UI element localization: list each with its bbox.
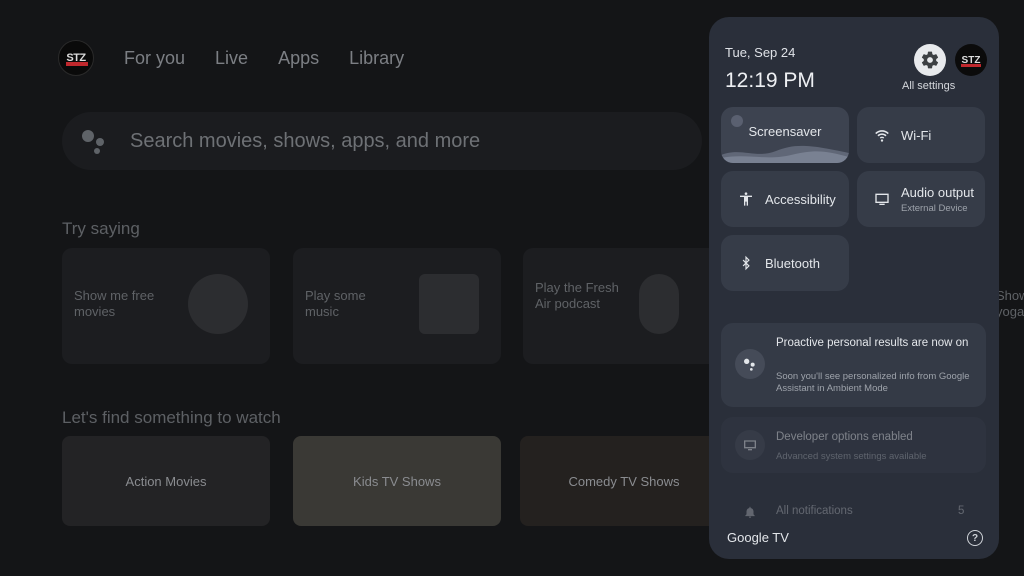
audio-output-sublabel: External Device: [901, 202, 968, 214]
wifi-label: Wi-Fi: [901, 127, 932, 143]
media-label: Action Movies: [125, 473, 207, 489]
screensaver-indicator: [731, 115, 743, 127]
watch-heading: Let's find something to watch: [62, 408, 281, 427]
suggestion-card-music[interactable]: Play some music: [293, 248, 501, 364]
all-notifications-label: All notifications: [776, 505, 853, 517]
audio-output-label: Audio output: [901, 184, 975, 200]
all-notifications-row[interactable]: All notifications 5: [721, 495, 986, 525]
notification-count: 5: [958, 505, 965, 517]
audio-output-tile[interactable]: Audio output External Device: [857, 171, 985, 227]
media-label: Kids TV Shows: [353, 473, 441, 489]
film-reel-icon: [188, 274, 248, 334]
nav-tab-live[interactable]: Live: [215, 48, 248, 69]
screensaver-tile[interactable]: Screensaver: [721, 107, 849, 163]
tv-display-icon: [873, 190, 891, 208]
gear-icon: [921, 51, 939, 69]
account-avatar[interactable]: STZ: [955, 44, 987, 76]
bell-icon: [735, 497, 765, 527]
try-saying-heading: Try saying: [62, 219, 140, 238]
profile-logo-bar: [66, 62, 88, 66]
google-assistant-icon: [735, 349, 765, 379]
media-label: Comedy TV Shows: [568, 473, 680, 489]
top-navigation: STZ For you Live Apps Library: [58, 40, 404, 76]
nav-tab-for-you[interactable]: For you: [124, 48, 185, 69]
search-placeholder: Search movies, shows, apps, and more: [130, 129, 481, 152]
media-card-comedy-tv[interactable]: Comedy TV Shows: [520, 436, 728, 526]
record-player-icon: [419, 274, 479, 334]
panel-time: 12:19 PM: [725, 69, 815, 92]
panel-date: Tue, Sep 24: [725, 45, 796, 60]
notification-body: Soon you'll see personalized info from G…: [776, 371, 970, 394]
suggestion-card-edge-text: Show yoga: [996, 288, 1024, 319]
screensaver-wave-art: [721, 145, 849, 163]
media-card-kids-tv[interactable]: Kids TV Shows: [293, 436, 501, 526]
suggestion-text: Play the Fresh Air podcast: [535, 280, 619, 311]
bluetooth-tile[interactable]: Bluetooth: [721, 235, 849, 291]
google-tv-brand: Google TV: [727, 530, 789, 545]
bluetooth-icon: [737, 254, 755, 272]
suggestion-card-podcast[interactable]: Play the Fresh Air podcast: [523, 248, 731, 364]
help-icon: ?: [971, 532, 979, 544]
notification-developer-options[interactable]: Developer options enabled Advanced syste…: [721, 417, 986, 473]
account-logo-bar: [961, 64, 981, 67]
nav-tab-apps[interactable]: Apps: [278, 48, 319, 69]
nav-tab-library[interactable]: Library: [349, 48, 404, 69]
accessibility-icon: [737, 190, 755, 208]
notification-title: Developer options enabled: [776, 431, 913, 443]
bluetooth-label: Bluetooth: [765, 255, 820, 271]
help-button[interactable]: ?: [967, 530, 983, 546]
suggestion-card-free-movies[interactable]: Show me free movies: [62, 248, 270, 364]
notification-title: Proactive personal results are now on: [776, 337, 969, 349]
wifi-tile[interactable]: Wi-Fi: [857, 107, 985, 163]
notification-personal-results[interactable]: Proactive personal results are now on So…: [721, 323, 986, 407]
search-bar[interactable]: Search movies, shows, apps, and more: [62, 112, 702, 170]
wifi-icon: [873, 126, 891, 144]
all-settings-button[interactable]: [914, 44, 946, 76]
developer-device-icon: [735, 430, 765, 460]
notification-body: Advanced system settings available: [776, 451, 927, 462]
accessibility-tile[interactable]: Accessibility: [721, 171, 849, 227]
screensaver-label: Screensaver: [748, 123, 822, 139]
google-assistant-icon: [80, 128, 110, 154]
suggestion-text: Play some music: [305, 288, 366, 319]
microphone-icon: [639, 274, 679, 334]
suggestion-text: Show me free movies: [74, 288, 155, 319]
profile-avatar[interactable]: STZ: [58, 40, 94, 76]
quick-settings-panel: Tue, Sep 24 12:19 PM STZ All settings Sc…: [709, 17, 999, 559]
accessibility-label: Accessibility: [765, 191, 836, 207]
media-card-action-movies[interactable]: Action Movies: [62, 436, 270, 526]
all-settings-label: All settings: [902, 80, 956, 92]
